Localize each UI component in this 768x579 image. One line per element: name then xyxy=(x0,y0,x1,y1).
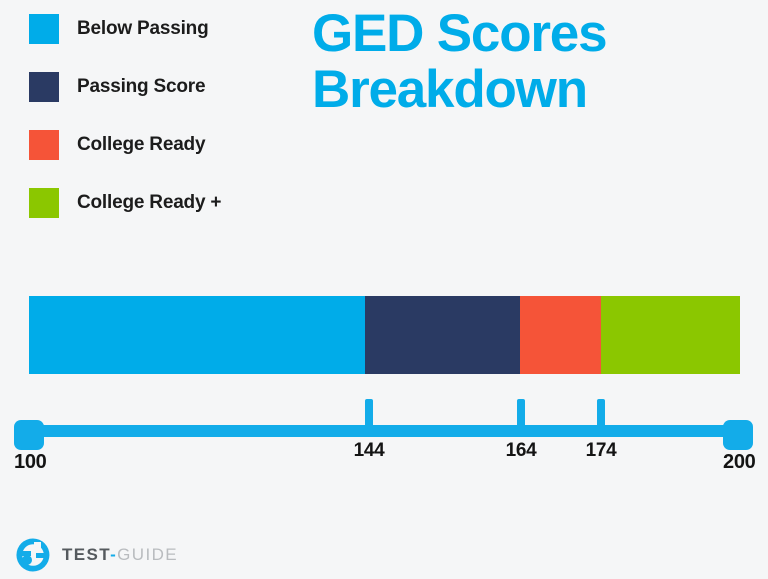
bar-segment-passing-score xyxy=(365,296,520,374)
bar-segment-college-ready xyxy=(520,296,601,374)
logo-text-secondary: GUIDE xyxy=(117,545,179,564)
axis-tick-label-174: 174 xyxy=(585,440,617,461)
axis-tick-label-144: 144 xyxy=(353,440,385,461)
legend-item-passing-score: Passing Score xyxy=(29,72,289,102)
legend-swatch-below-passing xyxy=(29,14,59,44)
axis-cap-min xyxy=(14,420,44,450)
score-range-bar xyxy=(29,296,740,374)
legend-label-below-passing: Below Passing xyxy=(77,18,209,39)
legend-item-below-passing: Below Passing xyxy=(29,14,289,44)
axis-line xyxy=(29,425,739,437)
legend: Below Passing Passing Score College Read… xyxy=(29,14,289,246)
bar-segment-college-ready-plus xyxy=(601,296,740,374)
test-guide-logo-icon xyxy=(14,536,52,574)
axis-tick-174 xyxy=(597,399,605,431)
page-title: GED Scores Breakdown xyxy=(312,6,752,118)
score-axis: 144 164 174 100 200 xyxy=(0,396,768,476)
infographic-canvas: Below Passing Passing Score College Read… xyxy=(0,0,768,576)
axis-tick-164 xyxy=(517,399,525,431)
page-title-line-1: GED Scores xyxy=(312,4,608,63)
bar-segment-below-passing xyxy=(29,296,365,374)
site-logo: TEST-GUIDE xyxy=(14,536,178,574)
page-title-line-2: Breakdown xyxy=(312,60,588,119)
legend-label-college-ready: College Ready xyxy=(77,134,206,155)
legend-swatch-college-ready-plus xyxy=(29,188,59,218)
axis-label-min: 100 xyxy=(14,451,47,473)
site-logo-text: TEST-GUIDE xyxy=(62,545,178,565)
logo-text-primary: TEST xyxy=(62,545,111,564)
legend-swatch-passing-score xyxy=(29,72,59,102)
legend-swatch-college-ready xyxy=(29,130,59,160)
axis-tick-label-164: 164 xyxy=(505,440,537,461)
legend-label-college-ready-plus: College Ready + xyxy=(77,192,222,213)
axis-label-max: 200 xyxy=(723,451,756,473)
legend-item-college-ready: College Ready xyxy=(29,130,289,160)
legend-item-college-ready-plus: College Ready + xyxy=(29,188,289,218)
axis-cap-max xyxy=(723,420,753,450)
legend-label-passing-score: Passing Score xyxy=(77,76,206,97)
axis-tick-144 xyxy=(365,399,373,431)
